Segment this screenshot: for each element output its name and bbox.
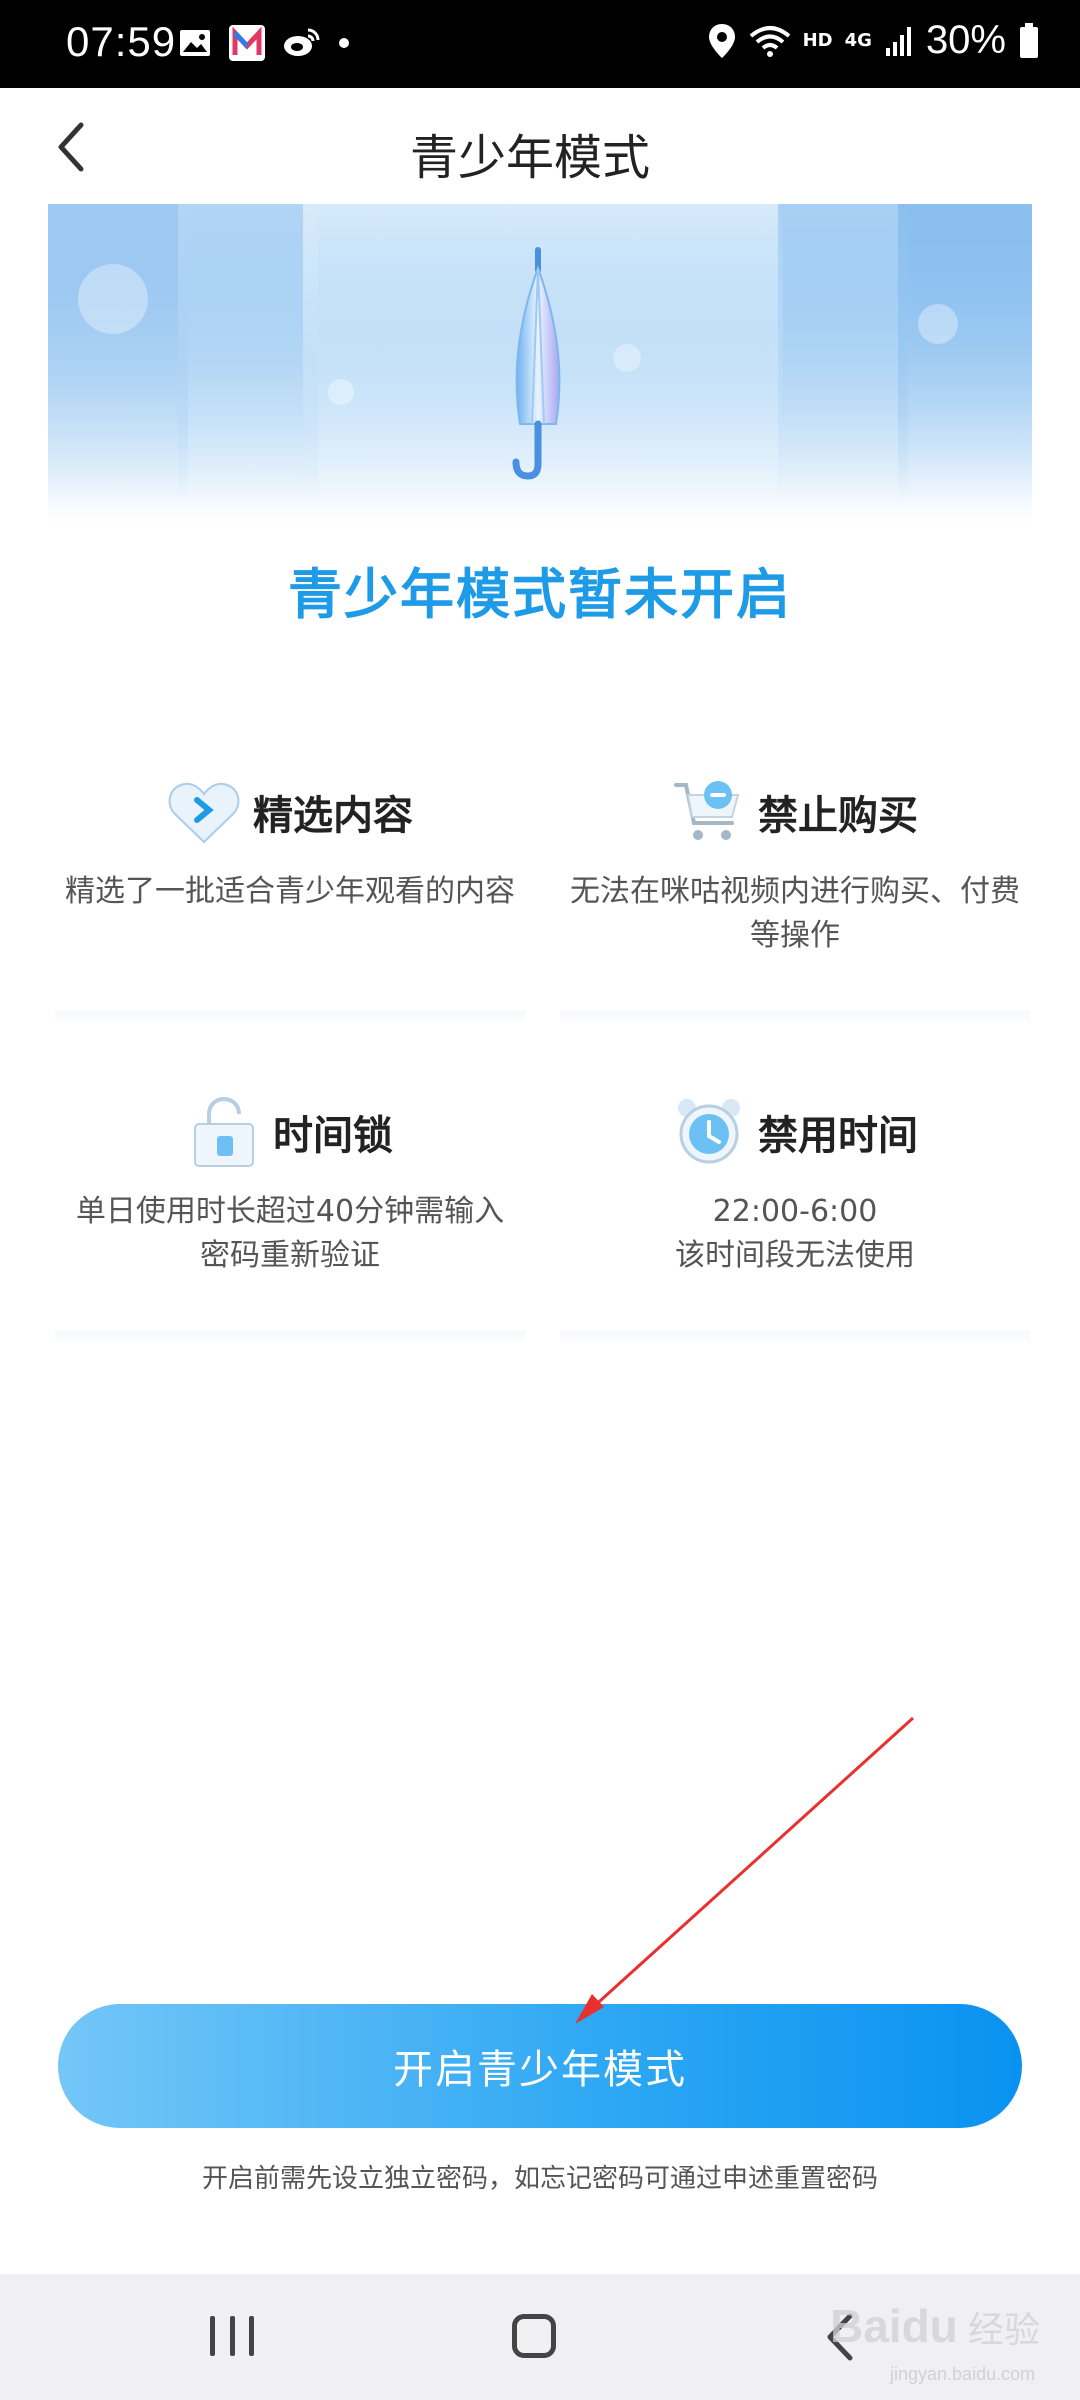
alarm-clock-icon (672, 1095, 746, 1169)
signal-icon (885, 26, 911, 56)
feature-time-lock: 时间锁 单日使用时长超过40分钟需输入密码重新验证 (55, 1095, 525, 1345)
recent-apps-button[interactable] (210, 2316, 254, 2356)
feature-desc: 单日使用时长超过40分钟需输入密码重新验证 (75, 1194, 505, 1273)
migu-app-icon (229, 25, 265, 61)
watermark-url: jingyan.baidu.com (889, 2364, 1035, 2384)
enable-teen-mode-button[interactable]: 开启青少年模式 (58, 2004, 1022, 2128)
feature-disabled-hours: 禁用时间 22:00-6:00 该时间段无法使用 (560, 1095, 1030, 1345)
battery-percent: 30% (925, 18, 1006, 62)
weibo-icon (284, 28, 320, 56)
mode-status-heading: 青少年模式暂未开启 (288, 563, 792, 626)
umbrella-icon (512, 247, 561, 480)
baidu-jingyan-watermark: Baidu 经验 jingyan.baidu.com (830, 2300, 1040, 2384)
watermark-brand-cn: 经验 (968, 2310, 1040, 2351)
network-gen-label: 4G (844, 30, 872, 51)
status-bar: 07:59 HD 4G 30% (0, 0, 1080, 88)
heart-chevron-icon (167, 775, 241, 849)
feature-desc: 精选了一批适合青少年观看的内容 (65, 874, 515, 909)
feature-desc-time: 22:00-6:00 (712, 1194, 878, 1229)
feature-desc: 22:00-6:00 该时间段无法使用 (570, 1190, 1020, 1278)
location-icon (708, 23, 735, 58)
feature-title: 禁止购买 (758, 793, 918, 839)
app-bar: 青少年模式 (0, 88, 1080, 204)
hero-banner (48, 204, 1032, 524)
status-time: 07:59 (66, 18, 177, 65)
status-right: HD 4G 30% (707, 18, 1040, 63)
gallery-icon (180, 30, 210, 56)
battery-icon (1020, 22, 1038, 58)
feature-title: 禁用时间 (758, 1113, 918, 1159)
password-hint: 开启前需先设立独立密码，如忘记密码可通过申述重置密码 (201, 2164, 878, 2194)
dot-icon (339, 38, 349, 48)
home-button[interactable] (512, 2314, 556, 2358)
lock-icon (187, 1095, 261, 1169)
wifi-icon (749, 25, 790, 57)
network-hd-label: HD (802, 30, 833, 51)
notification-icons (178, 24, 350, 62)
feature-desc: 无法在咪咕视频内进行购买、付费等操作 (570, 874, 1020, 953)
feature-no-purchase: 禁止购买 无法在咪咕视频内进行购买、付费等操作 (560, 775, 1030, 1025)
feature-title: 时间锁 (273, 1113, 393, 1159)
shopping-cart-icon (672, 775, 746, 849)
page-title: 青少年模式 (409, 130, 650, 186)
feature-curated-content: 精选内容 精选了一批适合青少年观看的内容 (55, 775, 525, 1025)
system-nav-bar: Baidu 经验 jingyan.baidu.com (0, 2274, 1080, 2400)
feature-desc-note: 该时间段无法使用 (675, 1238, 915, 1273)
feature-title: 精选内容 (253, 793, 413, 839)
watermark-brand: Baidu (830, 2300, 958, 2352)
